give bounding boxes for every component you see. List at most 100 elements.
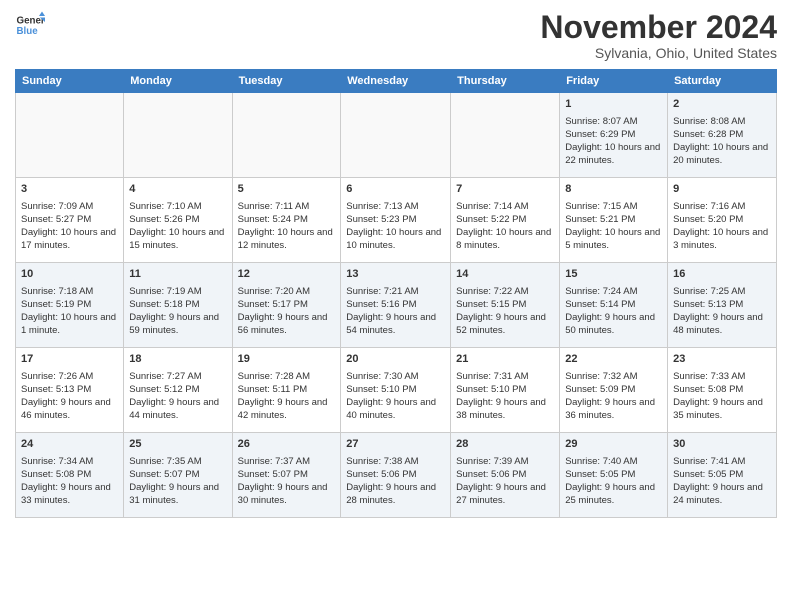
logo-icon: General Blue — [15, 10, 45, 40]
day-number: 2 — [673, 97, 771, 112]
calendar-cell: 3Sunrise: 7:09 AMSunset: 5:27 PMDaylight… — [16, 178, 124, 263]
day-info-line: Sunrise: 7:39 AM — [456, 455, 554, 468]
calendar-cell: 16Sunrise: 7:25 AMSunset: 5:13 PMDayligh… — [668, 263, 777, 348]
day-info-line: Daylight: 9 hours and 33 minutes. — [21, 481, 118, 508]
day-info-line: Sunset: 5:13 PM — [21, 383, 118, 396]
calendar-cell: 26Sunrise: 7:37 AMSunset: 5:07 PMDayligh… — [232, 433, 341, 518]
day-info-line: Sunrise: 7:16 AM — [673, 200, 771, 213]
day-info-line: Daylight: 9 hours and 27 minutes. — [456, 481, 554, 508]
day-number: 10 — [21, 267, 118, 282]
day-info-line: Sunrise: 7:25 AM — [673, 285, 771, 298]
calendar-cell: 25Sunrise: 7:35 AMSunset: 5:07 PMDayligh… — [124, 433, 232, 518]
day-info-line: Daylight: 10 hours and 8 minutes. — [456, 226, 554, 253]
calendar-cell: 15Sunrise: 7:24 AMSunset: 5:14 PMDayligh… — [560, 263, 668, 348]
day-info-line: Sunset: 5:14 PM — [565, 298, 662, 311]
day-info-line: Sunset: 5:11 PM — [238, 383, 336, 396]
day-info-line: Daylight: 9 hours and 54 minutes. — [346, 311, 445, 338]
day-info-line: Sunset: 5:08 PM — [673, 383, 771, 396]
calendar-cell: 27Sunrise: 7:38 AMSunset: 5:06 PMDayligh… — [341, 433, 451, 518]
calendar-header-thursday: Thursday — [451, 70, 560, 93]
calendar-cell — [124, 93, 232, 178]
calendar-header-row: SundayMondayTuesdayWednesdayThursdayFrid… — [16, 70, 777, 93]
day-number: 13 — [346, 267, 445, 282]
day-info-line: Daylight: 9 hours and 56 minutes. — [238, 311, 336, 338]
day-info-line: Sunrise: 7:19 AM — [129, 285, 226, 298]
day-info-line: Sunrise: 7:38 AM — [346, 455, 445, 468]
calendar-cell: 21Sunrise: 7:31 AMSunset: 5:10 PMDayligh… — [451, 348, 560, 433]
day-info-line: Sunrise: 7:14 AM — [456, 200, 554, 213]
day-info-line: Sunrise: 7:37 AM — [238, 455, 336, 468]
day-info-line: Sunrise: 7:22 AM — [456, 285, 554, 298]
day-info-line: Sunrise: 7:20 AM — [238, 285, 336, 298]
location-subtitle: Sylvania, Ohio, United States — [540, 45, 777, 61]
day-number: 19 — [238, 352, 336, 367]
day-number: 14 — [456, 267, 554, 282]
day-number: 15 — [565, 267, 662, 282]
day-info-line: Sunset: 5:23 PM — [346, 213, 445, 226]
day-info-line: Daylight: 9 hours and 52 minutes. — [456, 311, 554, 338]
day-info-line: Sunrise: 7:09 AM — [21, 200, 118, 213]
day-number: 30 — [673, 437, 771, 452]
day-info-line: Sunset: 5:27 PM — [21, 213, 118, 226]
day-info-line: Sunset: 5:20 PM — [673, 213, 771, 226]
day-info-line: Sunrise: 7:15 AM — [565, 200, 662, 213]
day-info-line: Daylight: 10 hours and 10 minutes. — [346, 226, 445, 253]
calendar-cell — [232, 93, 341, 178]
calendar-cell: 19 Sunrise: 7:28 AMSunset: 5:11 PMDayligh… — [232, 348, 341, 433]
day-info-line: Sunrise: 7:28 AM — [238, 370, 336, 383]
day-info-line: Sunset: 5:21 PM — [565, 213, 662, 226]
day-info-line: Sunset: 5:12 PM — [129, 383, 226, 396]
day-info-line: Daylight: 9 hours and 42 minutes. — [238, 396, 336, 423]
day-info-line: Sunrise: 7:18 AM — [21, 285, 118, 298]
calendar-cell: 9Sunrise: 7:16 AMSunset: 5:20 PMDaylight… — [668, 178, 777, 263]
day-info-line: Sunrise: 7:34 AM — [21, 455, 118, 468]
day-info-line: Sunset: 5:09 PM — [565, 383, 662, 396]
day-info-line: Daylight: 9 hours and 59 minutes. — [129, 311, 226, 338]
day-info-line: Sunrise: 7:32 AM — [565, 370, 662, 383]
day-number: 21 — [456, 352, 554, 367]
day-info-line: Sunset: 5:07 PM — [129, 468, 226, 481]
calendar-cell: 10 Sunrise: 7:18 AMSunset: 5:19 PMDayligh… — [16, 263, 124, 348]
day-number: 6 — [346, 182, 445, 197]
day-info-line: Sunset: 5:19 PM — [21, 298, 118, 311]
day-number: 11 — [129, 267, 226, 282]
day-info-line: Sunrise: 7:10 AM — [129, 200, 226, 213]
day-number: 18 — [129, 352, 226, 367]
day-info-line: Daylight: 9 hours and 30 minutes. — [238, 481, 336, 508]
calendar-cell: 2Sunrise: 8:08 AMSunset: 6:28 PMDaylight… — [668, 93, 777, 178]
day-info-line: Daylight: 9 hours and 24 minutes. — [673, 481, 771, 508]
day-number: 26 — [238, 437, 336, 452]
day-info-line: Daylight: 9 hours and 48 minutes. — [673, 311, 771, 338]
calendar-cell: 22Sunrise: 7:32 AMSunset: 5:09 PMDayligh… — [560, 348, 668, 433]
day-info-line: Sunrise: 7:26 AM — [21, 370, 118, 383]
calendar-cell — [451, 93, 560, 178]
day-info-line: Sunset: 5:08 PM — [21, 468, 118, 481]
day-info-line: Sunrise: 7:31 AM — [456, 370, 554, 383]
svg-text:Blue: Blue — [17, 26, 39, 37]
page-container: General Blue November 2024 Sylvania, Ohi… — [0, 0, 792, 523]
title-section: November 2024 Sylvania, Ohio, United Sta… — [540, 10, 777, 61]
calendar-cell: 28Sunrise: 7:39 AMSunset: 5:06 PMDayligh… — [451, 433, 560, 518]
day-info-line: Sunset: 6:28 PM — [673, 128, 771, 141]
day-info-line: Daylight: 10 hours and 5 minutes. — [565, 226, 662, 253]
day-number: 12 — [238, 267, 336, 282]
calendar-header-wednesday: Wednesday — [341, 70, 451, 93]
day-info-line: Sunset: 5:06 PM — [346, 468, 445, 481]
calendar-cell: 20Sunrise: 7:30 AMSunset: 5:10 PMDayligh… — [341, 348, 451, 433]
calendar-cell: 4Sunrise: 7:10 AMSunset: 5:26 PMDaylight… — [124, 178, 232, 263]
calendar-cell — [16, 93, 124, 178]
calendar-cell: 18Sunrise: 7:27 AMSunset: 5:12 PMDayligh… — [124, 348, 232, 433]
calendar-header-saturday: Saturday — [668, 70, 777, 93]
day-number: 5 — [238, 182, 336, 197]
day-number: 16 — [673, 267, 771, 282]
day-number: 17 — [21, 352, 118, 367]
calendar-cell: 17Sunrise: 7:26 AMSunset: 5:13 PMDayligh… — [16, 348, 124, 433]
day-info-line: Daylight: 10 hours and 15 minutes. — [129, 226, 226, 253]
day-info-line: Sunset: 5:17 PM — [238, 298, 336, 311]
day-info-line: Daylight: 9 hours and 35 minutes. — [673, 396, 771, 423]
day-info-line: Daylight: 9 hours and 36 minutes. — [565, 396, 662, 423]
day-number: 27 — [346, 437, 445, 452]
day-info-line: Daylight: 10 hours and 22 minutes. — [565, 141, 662, 168]
day-info-line: Daylight: 10 hours and 1 minute. — [21, 311, 118, 338]
day-info-line: Daylight: 10 hours and 17 minutes. — [21, 226, 118, 253]
